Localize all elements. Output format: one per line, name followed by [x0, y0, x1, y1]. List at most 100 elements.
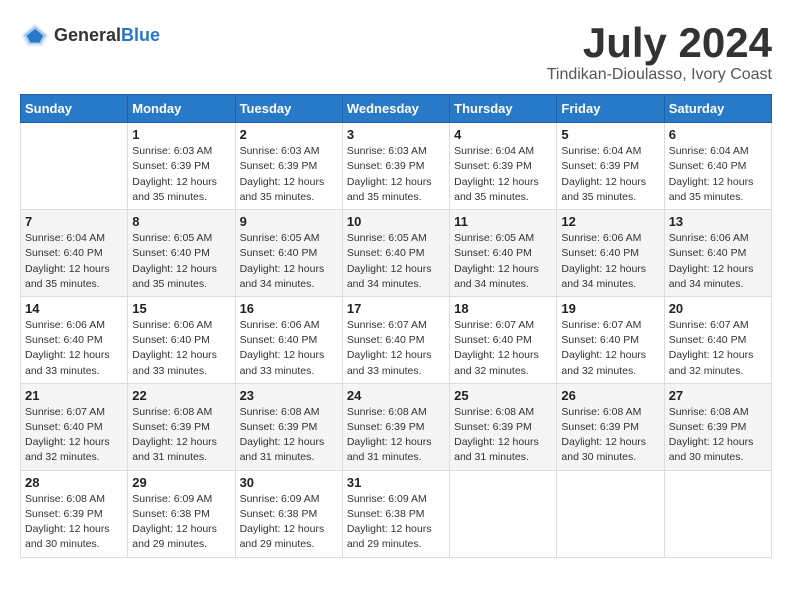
day-info: Sunrise: 6:06 AM Sunset: 6:40 PM Dayligh… — [669, 231, 767, 292]
calendar-header-friday: Friday — [557, 95, 664, 123]
calendar-cell — [664, 470, 771, 557]
day-number: 19 — [561, 301, 659, 316]
day-number: 23 — [240, 388, 338, 403]
month-title: July 2024 — [547, 20, 772, 66]
day-number: 25 — [454, 388, 552, 403]
day-number: 8 — [132, 214, 230, 229]
day-number: 16 — [240, 301, 338, 316]
day-info: Sunrise: 6:09 AM Sunset: 6:38 PM Dayligh… — [347, 492, 445, 553]
day-number: 13 — [669, 214, 767, 229]
calendar-cell: 27 Sunrise: 6:08 AM Sunset: 6:39 PM Dayli… — [664, 383, 771, 470]
day-number: 11 — [454, 214, 552, 229]
day-number: 17 — [347, 301, 445, 316]
day-info: Sunrise: 6:06 AM Sunset: 6:40 PM Dayligh… — [25, 318, 123, 379]
calendar-cell — [450, 470, 557, 557]
logo-blue: Blue — [121, 25, 160, 46]
calendar-cell: 4 Sunrise: 6:04 AM Sunset: 6:39 PM Daylig… — [450, 123, 557, 210]
day-info: Sunrise: 6:04 AM Sunset: 6:40 PM Dayligh… — [669, 144, 767, 205]
day-number: 31 — [347, 475, 445, 490]
day-number: 6 — [669, 127, 767, 142]
calendar-week-row: 14 Sunrise: 6:06 AM Sunset: 6:40 PM Dayli… — [21, 296, 772, 383]
day-info: Sunrise: 6:08 AM Sunset: 6:39 PM Dayligh… — [240, 405, 338, 466]
calendar-cell: 10 Sunrise: 6:05 AM Sunset: 6:40 PM Dayli… — [342, 210, 449, 297]
calendar-cell: 7 Sunrise: 6:04 AM Sunset: 6:40 PM Daylig… — [21, 210, 128, 297]
calendar-cell: 2 Sunrise: 6:03 AM Sunset: 6:39 PM Daylig… — [235, 123, 342, 210]
calendar-cell: 23 Sunrise: 6:08 AM Sunset: 6:39 PM Dayli… — [235, 383, 342, 470]
calendar-cell: 19 Sunrise: 6:07 AM Sunset: 6:40 PM Dayli… — [557, 296, 664, 383]
logo: General Blue — [20, 20, 160, 50]
day-number: 29 — [132, 475, 230, 490]
page-header: General Blue July 2024 Tindikan-Dioulass… — [20, 20, 772, 84]
day-number: 28 — [25, 475, 123, 490]
day-info: Sunrise: 6:04 AM Sunset: 6:39 PM Dayligh… — [561, 144, 659, 205]
day-info: Sunrise: 6:07 AM Sunset: 6:40 PM Dayligh… — [454, 318, 552, 379]
day-info: Sunrise: 6:08 AM Sunset: 6:39 PM Dayligh… — [669, 405, 767, 466]
calendar-week-row: 21 Sunrise: 6:07 AM Sunset: 6:40 PM Dayli… — [21, 383, 772, 470]
calendar-cell: 29 Sunrise: 6:09 AM Sunset: 6:38 PM Dayli… — [128, 470, 235, 557]
day-info: Sunrise: 6:06 AM Sunset: 6:40 PM Dayligh… — [132, 318, 230, 379]
logo-general: General — [54, 25, 121, 46]
day-number: 7 — [25, 214, 123, 229]
calendar-cell: 24 Sunrise: 6:08 AM Sunset: 6:39 PM Dayli… — [342, 383, 449, 470]
day-info: Sunrise: 6:05 AM Sunset: 6:40 PM Dayligh… — [132, 231, 230, 292]
day-number: 20 — [669, 301, 767, 316]
day-info: Sunrise: 6:03 AM Sunset: 6:39 PM Dayligh… — [132, 144, 230, 205]
day-number: 9 — [240, 214, 338, 229]
day-number: 1 — [132, 127, 230, 142]
day-number: 2 — [240, 127, 338, 142]
day-info: Sunrise: 6:08 AM Sunset: 6:39 PM Dayligh… — [454, 405, 552, 466]
calendar-week-row: 28Sunrise: 6:08 AM Sunset: 6:39 PM Dayli… — [21, 470, 772, 557]
calendar-cell: 26Sunrise: 6:08 AM Sunset: 6:39 PM Dayli… — [557, 383, 664, 470]
logo-text: General Blue — [54, 25, 160, 46]
calendar-header-tuesday: Tuesday — [235, 95, 342, 123]
calendar-cell: 22Sunrise: 6:08 AM Sunset: 6:39 PM Dayli… — [128, 383, 235, 470]
calendar-cell: 20Sunrise: 6:07 AM Sunset: 6:40 PM Dayli… — [664, 296, 771, 383]
day-info: Sunrise: 6:04 AM Sunset: 6:39 PM Dayligh… — [454, 144, 552, 205]
day-info: Sunrise: 6:05 AM Sunset: 6:40 PM Dayligh… — [347, 231, 445, 292]
calendar-table: SundayMondayTuesdayWednesdayThursdayFrid… — [20, 94, 772, 557]
day-info: Sunrise: 6:06 AM Sunset: 6:40 PM Dayligh… — [240, 318, 338, 379]
day-info: Sunrise: 6:05 AM Sunset: 6:40 PM Dayligh… — [454, 231, 552, 292]
day-number: 10 — [347, 214, 445, 229]
day-info: Sunrise: 6:07 AM Sunset: 6:40 PM Dayligh… — [25, 405, 123, 466]
title-section: July 2024 Tindikan-Dioulasso, Ivory Coas… — [547, 20, 772, 84]
day-number: 27 — [669, 388, 767, 403]
day-number: 3 — [347, 127, 445, 142]
logo-icon — [20, 20, 50, 50]
calendar-cell — [557, 470, 664, 557]
calendar-cell — [21, 123, 128, 210]
day-number: 5 — [561, 127, 659, 142]
day-number: 18 — [454, 301, 552, 316]
calendar-cell: 12 Sunrise: 6:06 AM Sunset: 6:40 PM Dayli… — [557, 210, 664, 297]
day-number: 14 — [25, 301, 123, 316]
day-number: 22 — [132, 388, 230, 403]
day-info: Sunrise: 6:08 AM Sunset: 6:39 PM Dayligh… — [347, 405, 445, 466]
calendar-cell: 5 Sunrise: 6:04 AM Sunset: 6:39 PM Daylig… — [557, 123, 664, 210]
calendar-cell: 8 Sunrise: 6:05 AM Sunset: 6:40 PM Daylig… — [128, 210, 235, 297]
day-number: 30 — [240, 475, 338, 490]
calendar-week-row: 1 Sunrise: 6:03 AM Sunset: 6:39 PM Daylig… — [21, 123, 772, 210]
calendar-cell: 31 Sunrise: 6:09 AM Sunset: 6:38 PM Dayli… — [342, 470, 449, 557]
day-info: Sunrise: 6:09 AM Sunset: 6:38 PM Dayligh… — [132, 492, 230, 553]
day-number: 12 — [561, 214, 659, 229]
calendar-cell: 30Sunrise: 6:09 AM Sunset: 6:38 PM Dayli… — [235, 470, 342, 557]
day-info: Sunrise: 6:04 AM Sunset: 6:40 PM Dayligh… — [25, 231, 123, 292]
day-info: Sunrise: 6:08 AM Sunset: 6:39 PM Dayligh… — [561, 405, 659, 466]
day-info: Sunrise: 6:05 AM Sunset: 6:40 PM Dayligh… — [240, 231, 338, 292]
day-info: Sunrise: 6:06 AM Sunset: 6:40 PM Dayligh… — [561, 231, 659, 292]
calendar-cell: 13 Sunrise: 6:06 AM Sunset: 6:40 PM Dayli… — [664, 210, 771, 297]
calendar-cell: 15Sunrise: 6:06 AM Sunset: 6:40 PM Dayli… — [128, 296, 235, 383]
calendar-header-monday: Monday — [128, 95, 235, 123]
calendar-header-saturday: Saturday — [664, 95, 771, 123]
day-number: 21 — [25, 388, 123, 403]
location-title: Tindikan-Dioulasso, Ivory Coast — [547, 66, 772, 84]
calendar-week-row: 7 Sunrise: 6:04 AM Sunset: 6:40 PM Daylig… — [21, 210, 772, 297]
day-info: Sunrise: 6:07 AM Sunset: 6:40 PM Dayligh… — [347, 318, 445, 379]
day-info: Sunrise: 6:07 AM Sunset: 6:40 PM Dayligh… — [561, 318, 659, 379]
calendar-cell: 25 Sunrise: 6:08 AM Sunset: 6:39 PM Dayli… — [450, 383, 557, 470]
day-number: 4 — [454, 127, 552, 142]
calendar-header-sunday: Sunday — [21, 95, 128, 123]
day-info: Sunrise: 6:03 AM Sunset: 6:39 PM Dayligh… — [240, 144, 338, 205]
calendar-cell: 14 Sunrise: 6:06 AM Sunset: 6:40 PM Dayli… — [21, 296, 128, 383]
day-number: 24 — [347, 388, 445, 403]
